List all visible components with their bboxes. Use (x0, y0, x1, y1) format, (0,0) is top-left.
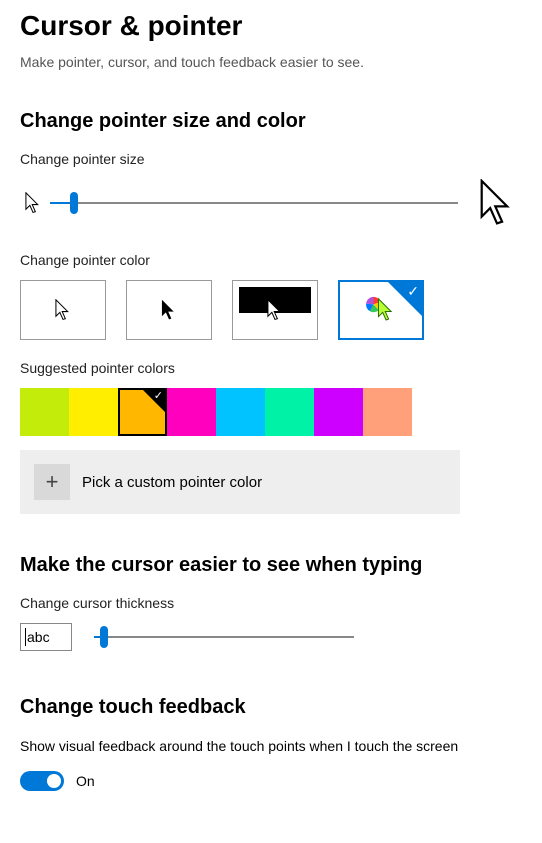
label-suggested-colors: Suggested pointer colors (20, 360, 522, 376)
cursor-large-icon (472, 179, 522, 227)
pointer-color-inverted[interactable] (232, 280, 318, 340)
pointer-color-custom[interactable]: ✓ (338, 280, 424, 340)
cursor-thickness-slider[interactable] (94, 625, 354, 649)
custom-color-panel[interactable]: + Pick a custom pointer color (20, 450, 460, 514)
color-swatch-7[interactable] (363, 388, 412, 436)
check-icon: ✓ (154, 391, 163, 402)
cursor-small-icon (20, 192, 46, 214)
touch-feedback-toggle[interactable] (20, 771, 64, 791)
color-swatch-4[interactable] (216, 388, 265, 436)
page-title: Cursor & pointer (20, 10, 522, 42)
color-swatch-5[interactable] (265, 388, 314, 436)
pointer-color-black[interactable] (126, 280, 212, 340)
thickness-preview: abc (20, 623, 72, 651)
label-cursor-thickness: Change cursor thickness (20, 595, 522, 611)
page-subtitle: Make pointer, cursor, and touch feedback… (20, 54, 522, 70)
label-pointer-color: Change pointer color (20, 252, 522, 268)
section-cursor: Make the cursor easier to see when typin… (20, 554, 522, 577)
pointer-color-white[interactable] (20, 280, 106, 340)
color-swatch-2[interactable]: ✓ (118, 388, 167, 436)
custom-color-label: Pick a custom pointer color (82, 474, 262, 491)
touch-toggle-label: On (76, 773, 95, 789)
color-swatch-0[interactable] (20, 388, 69, 436)
color-swatch-1[interactable] (69, 388, 118, 436)
plus-icon[interactable]: + (34, 464, 70, 500)
section-size-color: Change pointer size and color (20, 110, 522, 133)
check-icon: ✓ (407, 284, 419, 298)
color-swatch-3[interactable] (167, 388, 216, 436)
color-swatch-6[interactable] (314, 388, 363, 436)
label-pointer-size: Change pointer size (20, 151, 522, 167)
section-touch: Change touch feedback (20, 696, 522, 719)
pointer-size-slider[interactable] (50, 191, 458, 215)
touch-description: Show visual feedback around the touch po… (20, 737, 470, 757)
